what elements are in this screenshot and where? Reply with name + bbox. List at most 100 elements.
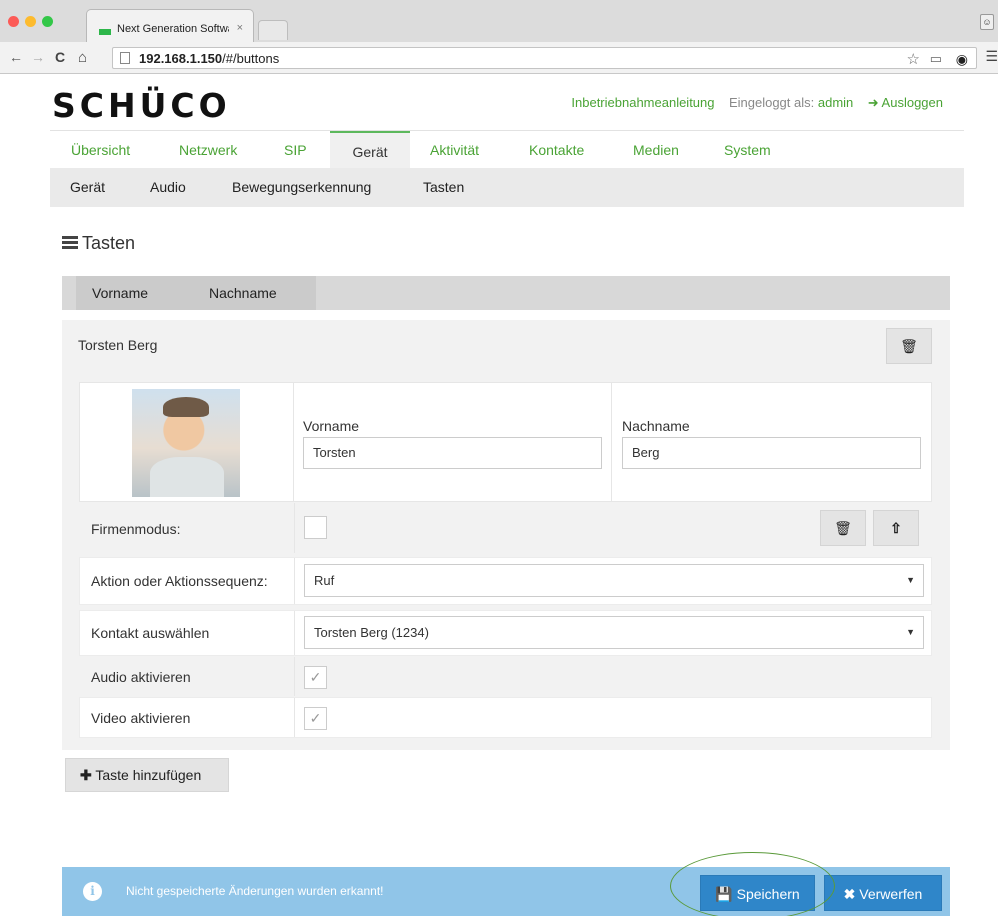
- page-title: Tasten: [62, 233, 135, 254]
- subtab-geraet[interactable]: Gerät: [70, 168, 105, 207]
- divider: [294, 503, 295, 553]
- subtab-audio[interactable]: Audio: [150, 168, 186, 207]
- tab-sip[interactable]: SIP: [284, 131, 307, 169]
- chevron-down-icon: ▼: [906, 627, 915, 637]
- new-tab-button[interactable]: [258, 20, 288, 40]
- info-icon: i: [83, 882, 102, 901]
- save-button[interactable]: 💾 Speichern: [700, 875, 815, 911]
- forward-icon[interactable]: →: [31, 49, 45, 65]
- guide-link[interactable]: Inbetriebnahmeanleitung: [571, 95, 714, 110]
- contact-select[interactable]: Torsten Berg (1234) ▼: [304, 616, 924, 649]
- minimize-window-button[interactable]: [25, 16, 36, 27]
- zoom-window-button[interactable]: [42, 16, 53, 27]
- tab-medien[interactable]: Medien: [633, 131, 679, 169]
- save-icon: 💾: [715, 886, 733, 902]
- trash-icon: 🗑: [834, 520, 852, 536]
- schueco-logo: SCHÜCO: [52, 86, 231, 125]
- alert-message: Nicht gespeicherte Änderungen wurden erk…: [126, 884, 384, 898]
- audio-label: Audio aktivieren: [91, 669, 191, 685]
- trash-icon: 🗑: [900, 338, 918, 354]
- browser-tabbar: Next Generation Software × ☺: [0, 0, 998, 42]
- contact-row: Kontakt auswählen Torsten Berg (1234) ▼: [79, 610, 932, 656]
- tab-kontakte[interactable]: Kontakte: [529, 131, 584, 169]
- discard-button[interactable]: ✖ Verwerfen: [824, 875, 942, 911]
- lastname-input[interactable]: Berg: [622, 437, 921, 469]
- cast-icon[interactable]: ▭: [930, 51, 942, 67]
- audio-checkbox[interactable]: ✓: [304, 666, 327, 689]
- column-nachname[interactable]: Nachname: [193, 276, 316, 310]
- company-mode-label: Firmenmodus:: [91, 521, 181, 537]
- browser-tab[interactable]: Next Generation Software ×: [86, 9, 254, 42]
- divider: [611, 383, 612, 501]
- contact-photo[interactable]: [132, 389, 240, 497]
- reload-icon[interactable]: C: [55, 49, 65, 65]
- photo-hair: [163, 397, 209, 417]
- chevron-down-icon: ▼: [906, 575, 915, 585]
- menu-icon[interactable]: ☰: [985, 48, 998, 65]
- divider: [294, 558, 295, 604]
- company-mode-checkbox[interactable]: [304, 516, 327, 539]
- tab-geraet[interactable]: Gerät: [330, 131, 410, 169]
- main-nav: Übersicht Netzwerk SIP Gerät Aktivität K…: [50, 130, 964, 169]
- divider: [294, 657, 295, 696]
- star-icon[interactable]: ☆: [907, 50, 920, 68]
- logged-in-label: Eingeloggt als:: [728, 95, 815, 110]
- divider: [294, 698, 295, 737]
- plus-icon: ✚: [80, 767, 92, 783]
- divider: [294, 611, 295, 655]
- action-label: Aktion oder Aktionssequenz:: [91, 573, 268, 589]
- tab-title: Next Generation Software: [117, 23, 229, 35]
- delete-photo-button[interactable]: 🗑: [820, 510, 866, 546]
- check-icon: ✓: [309, 669, 322, 685]
- subtab-bewegungserkennung[interactable]: Bewegungserkennung: [232, 168, 371, 207]
- divider: [293, 383, 294, 501]
- profile-icon[interactable]: ☺: [980, 14, 994, 30]
- add-button-button[interactable]: ✚ Taste hinzufügen: [65, 758, 229, 792]
- back-icon[interactable]: ←: [9, 49, 23, 65]
- logout-link[interactable]: ➜ Ausloggen: [868, 95, 943, 110]
- contact-label: Kontakt auswählen: [91, 625, 210, 641]
- home-icon[interactable]: ⌂: [78, 49, 87, 66]
- tab-system[interactable]: System: [724, 131, 771, 169]
- column-header: Vorname Nachname: [62, 276, 950, 310]
- url-text: 192.168.1.150/#/buttons: [139, 51, 280, 66]
- tab-aktivitaet[interactable]: Aktivität: [430, 131, 479, 169]
- upload-photo-button[interactable]: ⇧: [873, 510, 919, 546]
- tab-close-icon[interactable]: ×: [237, 22, 243, 34]
- video-label: Video aktivieren: [91, 710, 191, 726]
- browser-toolbar: ← → C ⌂ 192.168.1.150/#/buttons ☆ ▭ ◉ ☰: [0, 42, 998, 74]
- action-select-value: Ruf: [314, 573, 335, 588]
- contact-card: Vorname Torsten Nachname Berg: [79, 382, 932, 502]
- check-icon: ✓: [309, 710, 322, 726]
- video-checkbox[interactable]: ✓: [304, 707, 327, 730]
- favicon-icon: [99, 29, 111, 35]
- tab-netzwerk[interactable]: Netzwerk: [179, 131, 237, 169]
- logout-icon: ➜: [867, 95, 879, 110]
- firstname-input[interactable]: Torsten: [303, 437, 602, 469]
- photo-shirt: [150, 457, 224, 497]
- sub-nav: Gerät Audio Bewegungserkennung Tasten: [50, 168, 964, 207]
- username-link[interactable]: admin: [818, 95, 853, 110]
- action-select[interactable]: Ruf ▼: [304, 564, 924, 597]
- video-row: Video aktivieren ✓: [79, 697, 932, 738]
- list-icon: [62, 236, 78, 250]
- page-icon: [120, 52, 130, 64]
- firstname-label: Vorname: [303, 418, 360, 434]
- address-bar[interactable]: 192.168.1.150/#/buttons ☆ ▭ ◉: [112, 47, 977, 69]
- column-vorname[interactable]: Vorname: [76, 276, 193, 310]
- close-window-button[interactable]: [8, 16, 19, 27]
- upload-icon: ⇧: [890, 520, 902, 536]
- lastname-label: Nachname: [622, 418, 690, 434]
- action-row: Aktion oder Aktionssequenz: Ruf ▼: [79, 557, 932, 605]
- close-icon: ✖: [843, 886, 856, 902]
- delete-entry-button[interactable]: 🗑: [886, 328, 932, 364]
- entry-title[interactable]: Torsten Berg: [78, 337, 157, 353]
- header-links: Inbetriebnahmeanleitung Eingeloggt als: …: [571, 95, 943, 111]
- tab-uebersicht[interactable]: Übersicht: [71, 131, 130, 169]
- subtab-tasten[interactable]: Tasten: [423, 168, 464, 207]
- company-mode-row: Firmenmodus: 🗑 ⇧: [79, 502, 932, 554]
- unsaved-changes-alert: i Nicht gespeicherte Änderungen wurden e…: [62, 867, 950, 916]
- audio-row: Audio aktivieren ✓: [79, 656, 932, 697]
- extension-icon[interactable]: ◉: [956, 51, 968, 68]
- button-entry-panel: Torsten Berg 🗑 Vorname Torsten Nachname …: [62, 320, 950, 750]
